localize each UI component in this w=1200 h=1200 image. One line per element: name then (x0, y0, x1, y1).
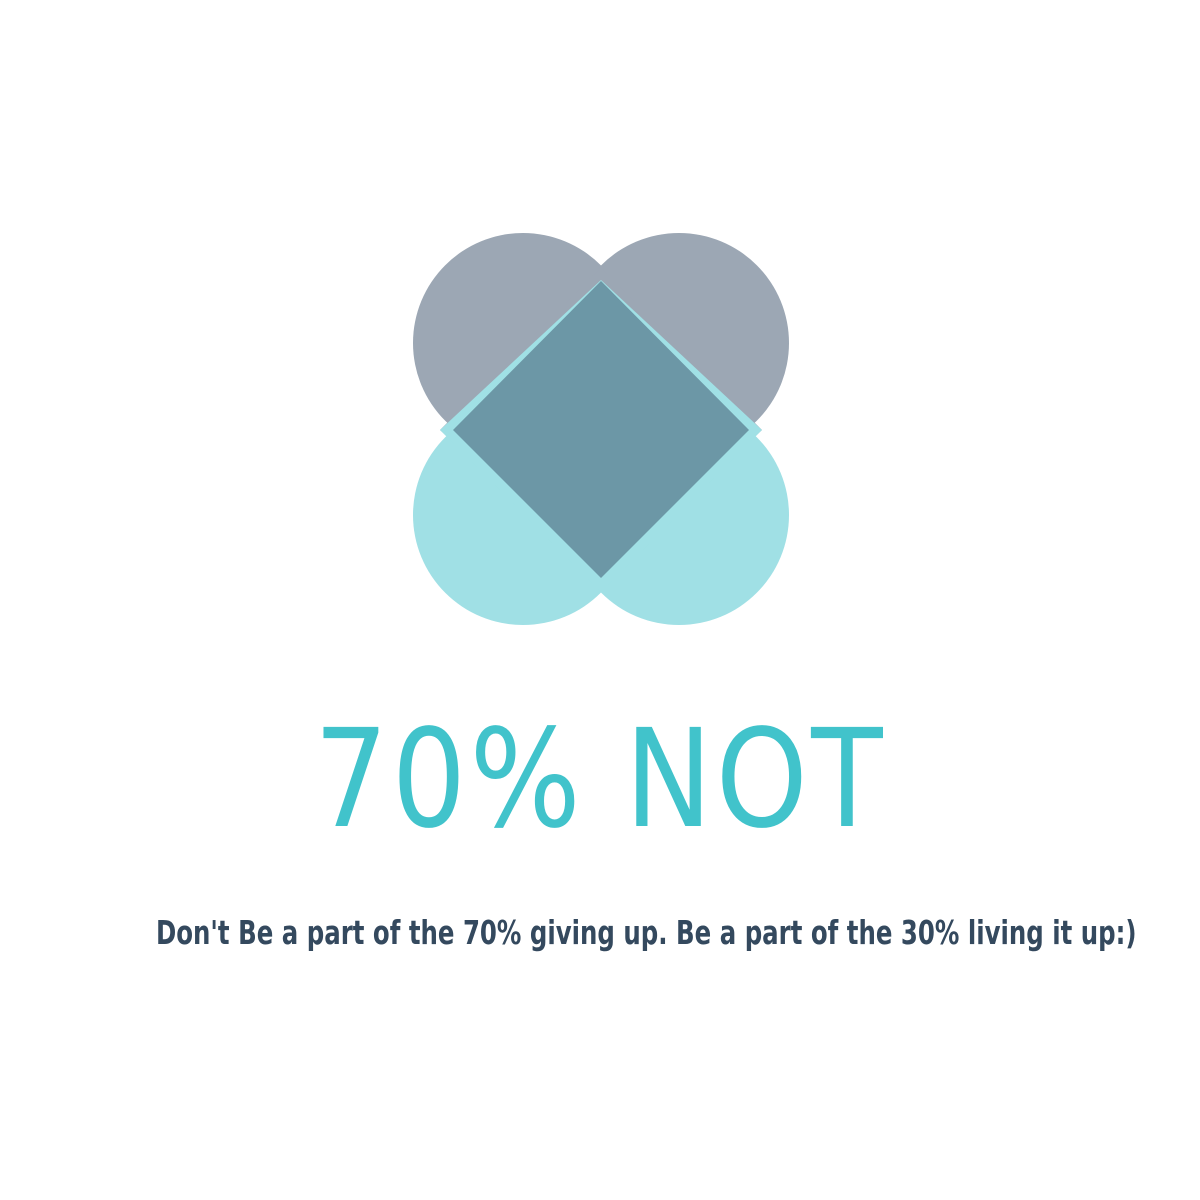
tagline: Don't Be a part of the 70% giving up. Be… (156, 913, 1137, 952)
overlapping-hearts-logo (413, 233, 789, 625)
headline: 70% NOT (313, 701, 887, 859)
